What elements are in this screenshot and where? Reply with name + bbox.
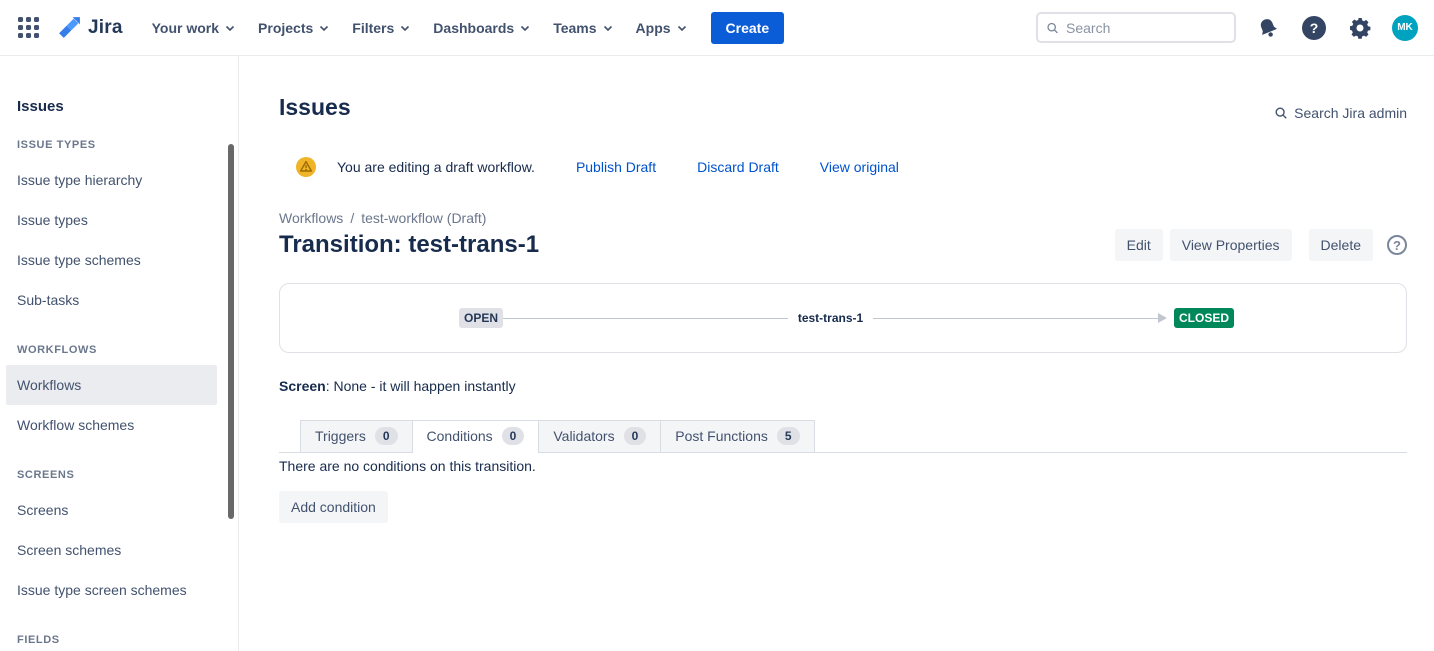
- page-title: Issues: [279, 94, 351, 121]
- search-jira-admin-link[interactable]: Search Jira admin: [1274, 105, 1407, 121]
- transition-name-label: test-trans-1: [798, 311, 863, 325]
- delete-button[interactable]: Delete: [1309, 229, 1373, 261]
- section-label: ISSUE TYPES: [17, 139, 238, 151]
- help-icon[interactable]: ?: [1300, 14, 1328, 42]
- chevron-down-icon: [224, 22, 236, 34]
- add-condition-button[interactable]: Add condition: [279, 491, 388, 523]
- sidebar-item-issue-type-schemes[interactable]: Issue type schemes: [6, 240, 217, 280]
- transition-line: [873, 318, 1158, 319]
- edit-button[interactable]: Edit: [1115, 229, 1163, 261]
- sidebar-item-screens[interactable]: Screens: [6, 490, 217, 530]
- tab-count-badge: 0: [624, 427, 647, 445]
- breadcrumb: Workflows / test-workflow (Draft): [279, 210, 1407, 226]
- section-issue-types: ISSUE TYPES Issue type hierarchy Issue t…: [17, 139, 238, 320]
- search-icon: [1274, 106, 1288, 120]
- chevron-down-icon: [318, 22, 330, 34]
- screen-info-value: : None - it will happen instantly: [326, 378, 516, 394]
- tab-count-badge: 0: [375, 427, 398, 445]
- status-open-lozenge: OPEN: [459, 308, 503, 328]
- search-input[interactable]: [1066, 20, 1226, 36]
- section-fields: FIELDS: [17, 634, 238, 646]
- breadcrumb-current: test-workflow (Draft): [361, 210, 486, 226]
- nav-projects[interactable]: Projects: [247, 12, 341, 44]
- section-label: FIELDS: [17, 634, 238, 646]
- tab-conditions[interactable]: Conditions 0: [412, 420, 540, 453]
- view-original-link[interactable]: View original: [820, 159, 899, 175]
- settings-icon[interactable]: [1346, 14, 1374, 42]
- transition-tabs: Triggers 0 Conditions 0 Validators 0 Pos…: [279, 420, 1407, 453]
- discard-draft-link[interactable]: Discard Draft: [697, 159, 779, 175]
- draft-workflow-banner: You are editing a draft workflow. Publis…: [279, 157, 1407, 177]
- chevron-down-icon: [602, 22, 614, 34]
- nav-teams[interactable]: Teams: [542, 12, 624, 44]
- breadcrumb-separator: /: [350, 210, 354, 226]
- section-label: WORKFLOWS: [17, 344, 238, 356]
- transition-line: [503, 318, 788, 319]
- admin-sidebar: Issues ISSUE TYPES Issue type hierarchy …: [0, 56, 239, 651]
- breadcrumb-workflows-link[interactable]: Workflows: [279, 210, 343, 226]
- help-question-icon[interactable]: ?: [1387, 235, 1407, 255]
- publish-draft-link[interactable]: Publish Draft: [576, 159, 656, 175]
- sidebar-item-issue-type-screen-schemes[interactable]: Issue type screen schemes: [6, 570, 217, 610]
- sidebar-item-issue-types[interactable]: Issue types: [6, 200, 217, 240]
- arrow-head-icon: [1158, 313, 1167, 323]
- screen-info-label: Screen: [279, 378, 326, 394]
- nav-dashboards[interactable]: Dashboards: [422, 12, 542, 44]
- tab-post-functions[interactable]: Post Functions 5: [660, 420, 814, 452]
- section-label: SCREENS: [17, 469, 238, 481]
- nav-your-work[interactable]: Your work: [141, 12, 247, 44]
- tab-validators[interactable]: Validators 0: [538, 420, 661, 452]
- jira-mark-icon: [57, 15, 82, 40]
- tab-count-badge: 5: [777, 427, 800, 445]
- user-avatar[interactable]: MK: [1392, 15, 1418, 41]
- jira-logo[interactable]: Jira: [57, 15, 123, 40]
- chevron-down-icon: [519, 22, 531, 34]
- section-workflows: WORKFLOWS Workflows Workflow schemes: [17, 344, 238, 445]
- section-screens: SCREENS Screens Screen schemes Issue typ…: [17, 469, 238, 610]
- sidebar-item-sub-tasks[interactable]: Sub-tasks: [6, 280, 217, 320]
- sidebar-title: Issues: [17, 98, 238, 115]
- app-switcher-icon[interactable]: [18, 17, 39, 38]
- main-content: Issues Search Jira admin You are editing…: [239, 56, 1434, 651]
- tab-triggers[interactable]: Triggers 0: [300, 420, 413, 452]
- sidebar-item-workflow-schemes[interactable]: Workflow schemes: [6, 405, 217, 445]
- create-button[interactable]: Create: [711, 12, 785, 44]
- notifications-icon[interactable]: [1254, 14, 1282, 42]
- sidebar-scrollbar[interactable]: [228, 144, 234, 519]
- status-closed-lozenge: CLOSED: [1174, 308, 1234, 328]
- nav-filters[interactable]: Filters: [341, 12, 422, 44]
- empty-conditions-message: There are no conditions on this transiti…: [279, 458, 1407, 474]
- tab-count-badge: 0: [502, 427, 525, 445]
- product-name: Jira: [88, 17, 123, 39]
- chevron-down-icon: [399, 22, 411, 34]
- transition-toolbar: Edit View Properties Delete ?: [1115, 229, 1407, 261]
- screen-info: Screen: None - it will happen instantly: [279, 378, 1407, 394]
- view-properties-button[interactable]: View Properties: [1170, 229, 1292, 261]
- banner-message: You are editing a draft workflow.: [337, 159, 535, 175]
- nav-apps[interactable]: Apps: [625, 12, 699, 44]
- warning-icon: [296, 157, 316, 177]
- global-search[interactable]: [1036, 12, 1236, 43]
- transition-title: Transition: test-trans-1: [279, 231, 539, 259]
- sidebar-item-screen-schemes[interactable]: Screen schemes: [6, 530, 217, 570]
- chevron-down-icon: [676, 22, 688, 34]
- sidebar-item-issue-type-hierarchy[interactable]: Issue type hierarchy: [6, 160, 217, 200]
- top-navigation: Jira Your work Projects Filters Dashboar…: [0, 0, 1434, 56]
- sidebar-item-workflows[interactable]: Workflows: [6, 365, 217, 405]
- search-icon: [1046, 20, 1059, 36]
- transition-diagram: OPEN test-trans-1 CLOSED: [279, 283, 1407, 353]
